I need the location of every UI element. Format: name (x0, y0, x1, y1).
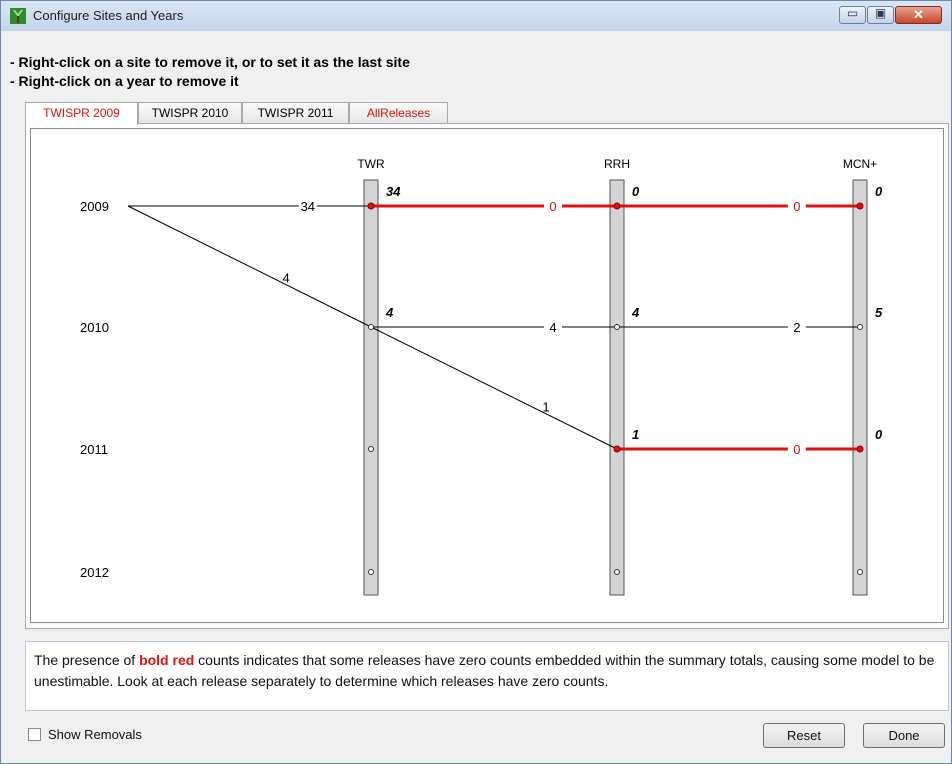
year-label-2011[interactable]: 2011 (80, 442, 108, 457)
window-title: Configure Sites and Years (33, 8, 184, 23)
tab-allreleases[interactable]: AllReleases (349, 102, 448, 123)
done-button[interactable]: Done (863, 723, 945, 748)
site-total-mcn-2010: 5 (875, 305, 883, 320)
tab-twispr-2010[interactable]: TWISPR 2010 (138, 102, 242, 123)
site-label-twr[interactable]: TWR (357, 157, 385, 171)
node-twr-2010[interactable] (368, 324, 374, 330)
instruction-sites: - Right-click on a site to remove it, or… (10, 54, 410, 70)
edge-label: 1 (542, 400, 549, 415)
site-year-diagram: TWR RRH MCN+ 2009 2010 2011 2012 34 0 0 4 4 2 1 0 34 0 0 4… (80, 157, 883, 596)
edge-label: 4 (549, 320, 556, 335)
edge-label: 2 (793, 320, 800, 335)
node-mcn-2010[interactable] (857, 324, 863, 330)
node-twr-2012[interactable] (368, 569, 374, 575)
diagram-area: TWR RRH MCN+ 2009 2010 2011 2012 34 0 0 4 4 2 1 0 34 0 0 4… (30, 128, 944, 623)
edge-label: 4 (282, 271, 289, 286)
edge-label: 34 (301, 199, 315, 214)
edge-label: 0 (549, 199, 556, 214)
close-button[interactable]: ✕ (895, 6, 942, 24)
year-label-2012[interactable]: 2012 (80, 565, 109, 580)
tab-twispr-2011[interactable]: TWISPR 2011 (242, 102, 349, 123)
site-label-rrh[interactable]: RRH (604, 157, 630, 171)
site-total-rrh-2010: 4 (631, 305, 640, 320)
reset-button[interactable]: Reset (763, 723, 845, 748)
year-label-2009[interactable]: 2009 (80, 199, 109, 214)
site-bar-mcn[interactable] (852, 179, 868, 596)
site-total-twr-2010: 4 (385, 305, 394, 320)
site-total-mcn-2009: 0 (875, 184, 883, 199)
close-icon: ✕ (913, 7, 924, 22)
edge-line (370, 326, 618, 450)
edge-line (127, 205, 372, 328)
minimize-button[interactable]: ▭ (839, 6, 866, 24)
info-message: The presence of bold red counts indicate… (25, 641, 949, 711)
minimize-icon: ▭ (846, 6, 859, 20)
site-bar-rrh[interactable] (609, 179, 625, 596)
node-twr-2009[interactable] (367, 202, 375, 210)
info-highlight: bold red (139, 652, 195, 668)
site-total-rrh-2009: 0 (632, 184, 640, 199)
site-bar-twr[interactable] (363, 179, 379, 596)
node-rrh-2011[interactable] (613, 445, 621, 453)
node-rrh-2009[interactable] (613, 202, 621, 210)
app-tree-icon (10, 8, 26, 24)
tab-twispr-2009[interactable]: TWISPR 2009 (25, 102, 138, 125)
node-twr-2011[interactable] (368, 446, 374, 452)
node-mcn-2012[interactable] (857, 569, 863, 575)
edge-label: 0 (793, 442, 800, 457)
node-rrh-2010[interactable] (614, 324, 620, 330)
year-label-2010[interactable]: 2010 (80, 320, 109, 335)
info-text-before: The presence of (34, 652, 140, 668)
site-total-rrh-2011: 1 (632, 427, 639, 442)
configure-window: Configure Sites and Years ▭ ▣ ✕ - Right-… (0, 0, 952, 764)
node-mcn-2011[interactable] (856, 445, 864, 453)
show-removals-checkbox[interactable] (28, 728, 41, 741)
maximize-button[interactable]: ▣ (867, 6, 894, 24)
show-removals-label[interactable]: Show Removals (48, 727, 142, 742)
title-bar[interactable]: Configure Sites and Years ▭ ▣ ✕ (1, 1, 951, 31)
edge-label: 0 (793, 199, 800, 214)
site-label-mcn[interactable]: MCN+ (843, 157, 877, 171)
site-total-twr-2009: 34 (386, 184, 401, 199)
instruction-years: - Right-click on a year to remove it (10, 73, 239, 89)
site-total-mcn-2011: 0 (875, 427, 883, 442)
node-mcn-2009[interactable] (856, 202, 864, 210)
node-rrh-2012[interactable] (614, 569, 620, 575)
maximize-icon: ▣ (874, 6, 887, 20)
